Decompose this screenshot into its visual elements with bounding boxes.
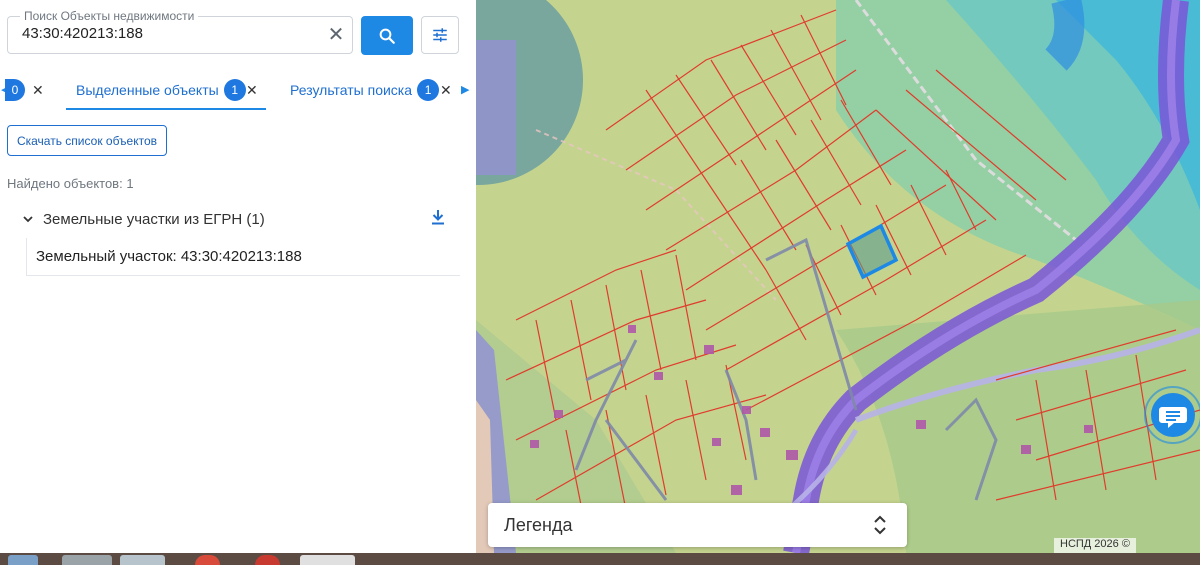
tab-bar: ◀ 0 ✕ Выделенные объекты 1 ✕ Результаты …	[0, 72, 476, 110]
tab-badge: 1	[417, 79, 440, 101]
search-icon	[379, 28, 395, 44]
tune-icon	[433, 28, 447, 42]
os-taskbar	[0, 553, 1200, 565]
search-label: Поиск Объекты недвижимости	[20, 9, 199, 23]
legend-title: Легенда	[504, 514, 573, 535]
close-icon[interactable]: ✕	[246, 82, 258, 99]
close-icon[interactable]: ✕	[326, 25, 346, 45]
taskbar-app-icon[interactable]	[255, 555, 280, 565]
tab-badge: 0	[5, 79, 25, 101]
map-view[interactable]	[476, 0, 1200, 553]
close-icon[interactable]: ✕	[440, 82, 452, 99]
close-icon[interactable]: ✕	[32, 82, 44, 99]
search-input[interactable]	[22, 25, 322, 42]
chat-icon[interactable]	[1140, 385, 1200, 445]
taskbar-app-icon[interactable]	[120, 555, 165, 565]
map-canvas[interactable]	[476, 0, 1200, 553]
filter-button[interactable]	[421, 16, 459, 54]
chevron-down-icon	[23, 216, 33, 223]
result-group-header[interactable]: Земельные участки из ЕГРН (1)	[22, 208, 452, 230]
taskbar-app-icon[interactable]	[8, 555, 38, 565]
search-button[interactable]	[361, 16, 413, 55]
tab-label: Выделенные объекты	[76, 82, 219, 98]
tab-search-results[interactable]: Результаты поиска 1	[290, 72, 440, 108]
found-count: Найдено объектов: 1	[7, 176, 134, 191]
map-attribution: НСПД 2026 ©	[1054, 538, 1136, 553]
tab-label: Результаты поиска	[290, 82, 413, 98]
result-group-title: Земельные участки из ЕГРН (1)	[43, 210, 265, 228]
taskbar-app-icon[interactable]	[300, 555, 355, 565]
tabs-scroll-right-icon[interactable]: ▶	[461, 83, 469, 96]
result-item[interactable]: Земельный участок: 43:30:420213:188	[26, 238, 460, 276]
download-list-button[interactable]: Скачать список объектов	[7, 125, 167, 156]
tab-badge: 1	[223, 79, 246, 101]
download-icon[interactable]	[430, 208, 446, 226]
left-panel: Поиск Объекты недвижимости ✕ ◀ 0 ✕ Выдел…	[0, 0, 476, 553]
search-field[interactable]: Поиск Объекты недвижимости ✕	[7, 9, 353, 54]
tab-previous[interactable]: 0	[5, 72, 25, 108]
tab-selected-objects[interactable]: Выделенные объекты 1	[66, 72, 266, 110]
taskbar-app-icon[interactable]	[62, 555, 112, 565]
unfold-icon[interactable]	[873, 515, 887, 535]
legend-panel[interactable]: Легенда	[488, 503, 907, 547]
taskbar-app-icon[interactable]	[195, 555, 220, 565]
